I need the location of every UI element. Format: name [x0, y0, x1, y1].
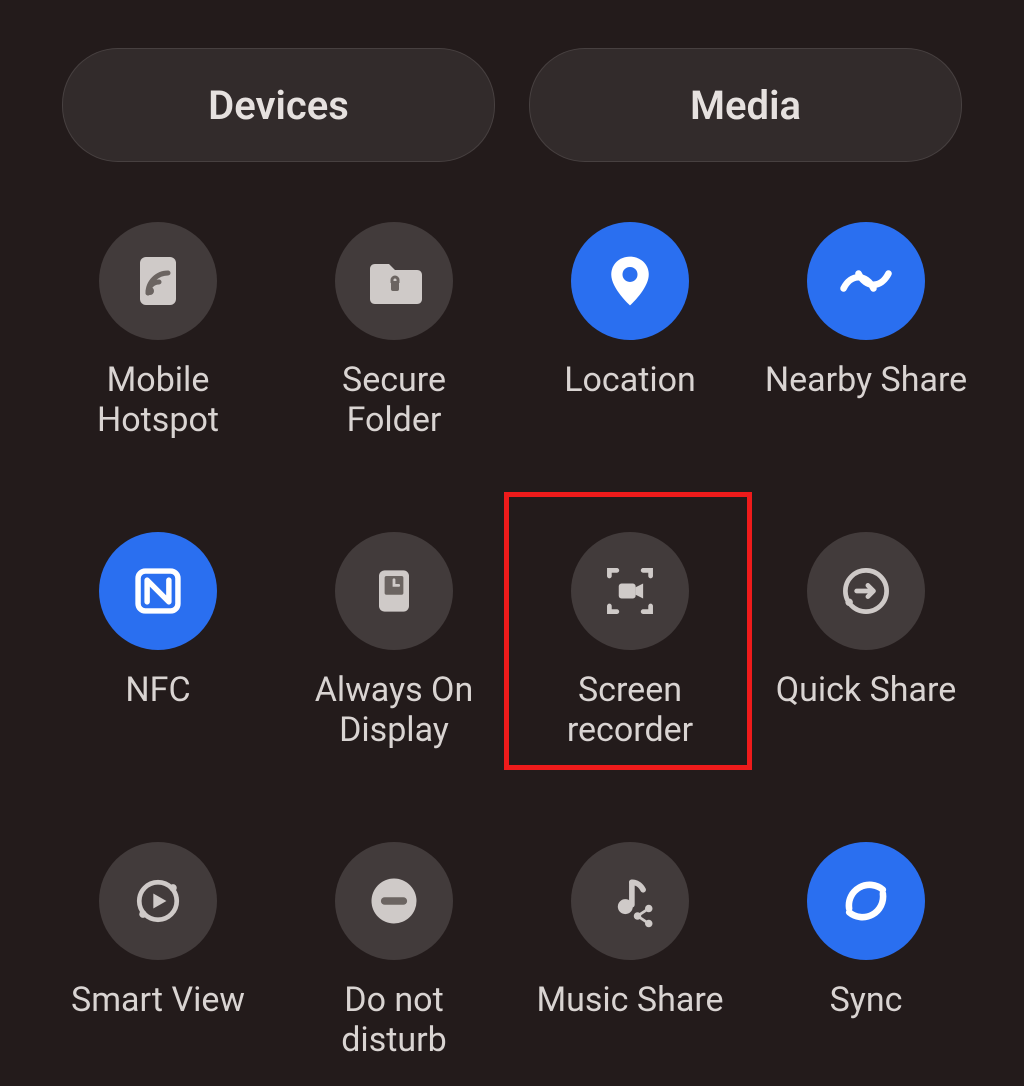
media-button-label: Media: [690, 82, 801, 129]
tile-label: Location: [564, 360, 696, 400]
tile-label: Nearby Share: [765, 360, 967, 400]
tile-smart-view[interactable]: Smart View: [40, 832, 276, 1086]
nearby-share-icon: [807, 222, 925, 340]
tile-label: NFC: [125, 670, 190, 710]
tile-location[interactable]: Location: [512, 212, 748, 522]
media-button[interactable]: Media: [529, 48, 962, 162]
sync-icon: [807, 842, 925, 960]
music-share-icon: [571, 842, 689, 960]
screen-recorder-icon: [571, 532, 689, 650]
hotspot-icon: [99, 222, 217, 340]
smart-view-icon: [99, 842, 217, 960]
tile-mobile-hotspot[interactable]: Mobile Hotspot: [40, 212, 276, 522]
tile-nearby-share[interactable]: Nearby Share: [748, 212, 984, 522]
quick-settings-panel: Devices Media Mobile Hotspot Secure Fold…: [0, 0, 1024, 1086]
tile-always-on-display[interactable]: Always On Display: [276, 522, 512, 832]
tile-label: Quick Share: [776, 670, 957, 710]
tile-secure-folder[interactable]: Secure Folder: [276, 212, 512, 522]
tile-sync[interactable]: Sync: [748, 832, 984, 1086]
tile-music-share[interactable]: Music Share: [512, 832, 748, 1086]
secure-folder-icon: [335, 222, 453, 340]
tile-label: Mobile Hotspot: [97, 360, 219, 440]
quick-share-icon: [807, 532, 925, 650]
devices-button-label: Devices: [208, 82, 349, 129]
tile-label: Do not disturb: [341, 980, 446, 1060]
tile-label: Screen recorder: [567, 670, 693, 750]
dnd-icon: [335, 842, 453, 960]
tile-label: Secure Folder: [342, 360, 446, 440]
tile-label: Smart View: [71, 980, 245, 1020]
devices-button[interactable]: Devices: [62, 48, 495, 162]
header-buttons: Devices Media: [62, 48, 962, 162]
tile-label: Always On Display: [315, 670, 473, 750]
tile-screen-recorder[interactable]: Screen recorder: [512, 522, 748, 832]
location-icon: [571, 222, 689, 340]
tile-nfc[interactable]: NFC: [40, 522, 276, 832]
nfc-icon: [99, 532, 217, 650]
tile-label: Music Share: [536, 980, 723, 1020]
tile-do-not-disturb[interactable]: Do not disturb: [276, 832, 512, 1086]
tiles-grid: Mobile Hotspot Secure Folder Location Ne…: [40, 212, 984, 1086]
aod-icon: [335, 532, 453, 650]
tile-quick-share[interactable]: Quick Share: [748, 522, 984, 832]
tile-label: Sync: [830, 980, 903, 1020]
